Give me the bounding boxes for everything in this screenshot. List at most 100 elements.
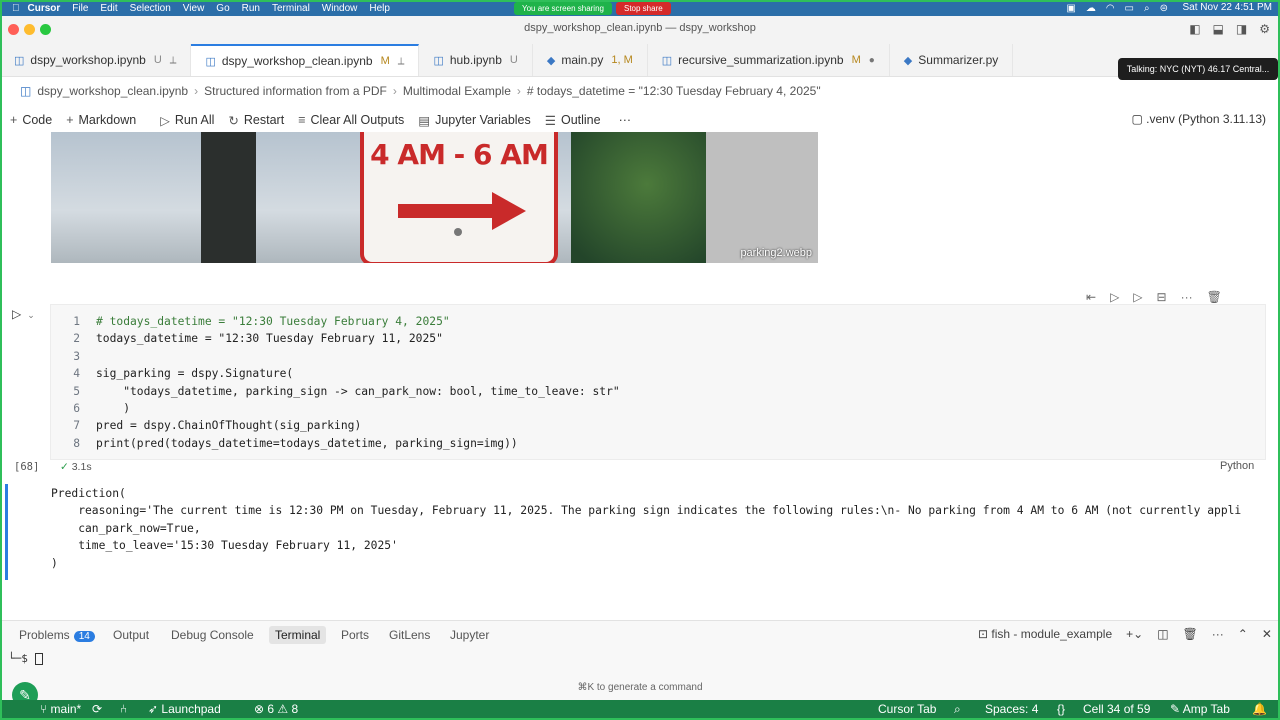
menu-view[interactable]: View xyxy=(183,3,205,14)
split-cell-icon[interactable]: ⊟ xyxy=(1157,290,1167,304)
tab-terminal[interactable]: Terminal xyxy=(269,626,327,644)
notifications-bell-icon[interactable]: 🔔 xyxy=(1252,702,1267,716)
breadcrumb-item[interactable]: Multimodal Example xyxy=(403,84,511,98)
settings-gear-icon[interactable]: ⚙ xyxy=(1259,22,1270,36)
clear-icon: ≡ xyxy=(298,113,306,127)
code-text[interactable]: print(pred(todays_datetime=todays_dateti… xyxy=(96,435,518,452)
menu-window[interactable]: Window xyxy=(322,3,358,14)
terminal-selector[interactable]: ⊡ fish - module_example xyxy=(978,627,1112,641)
wifi-icon[interactable]: ◠ xyxy=(1106,3,1115,14)
launchpad-button[interactable]: ➶ Launchpad xyxy=(148,702,221,716)
run-all-button[interactable]: ▷ Run All xyxy=(160,113,214,128)
code-text[interactable]: todays_datetime = "12:30 Tuesday Februar… xyxy=(96,330,443,347)
tab-main-py[interactable]: ◆ main.py 1, M xyxy=(533,44,648,76)
stop-share-button[interactable]: Stop share xyxy=(615,1,671,15)
outline-button[interactable]: ☰ Outline xyxy=(545,113,601,128)
screen-sharing-indicator[interactable]: You are screen sharing xyxy=(514,1,612,15)
unsaved-dot-icon[interactable]: ● xyxy=(869,55,875,66)
menu-terminal[interactable]: Terminal xyxy=(272,3,310,14)
toggle-panel-icon[interactable]: ⬓ xyxy=(1213,22,1224,36)
git-branch[interactable]: ⑂ main* xyxy=(40,702,81,716)
menu-edit[interactable]: Edit xyxy=(100,3,117,14)
problems-status[interactable]: ⊗ 6 ⚠ 8 xyxy=(254,702,298,716)
tab-ports[interactable]: Ports xyxy=(341,628,369,642)
new-terminal-icon[interactable]: +⌄ xyxy=(1126,627,1143,641)
source-control-icon[interactable]: ⑃ xyxy=(120,702,127,716)
kernel-label: .venv (Python 3.11.13) xyxy=(1146,112,1266,126)
close-panel-icon[interactable]: ✕ xyxy=(1262,627,1272,641)
tab-recursive-summarization[interactable]: ◫ recursive_summarization.ipynb M ● xyxy=(648,44,890,76)
outline-label: Outline xyxy=(560,113,601,127)
code-text[interactable]: pred = dspy.ChainOfThought(sig_parking) xyxy=(96,417,361,434)
code-text[interactable]: # todays_datetime = "12:30 Tuesday Febru… xyxy=(96,313,450,330)
tab-dspy-workshop[interactable]: ◫ dspy_workshop.ipynb U ⟂ xyxy=(0,44,192,76)
control-center-icon[interactable]: ⊜ xyxy=(1160,3,1168,14)
sync-icon[interactable]: ⟳ xyxy=(92,702,102,716)
toggle-sidebar-icon[interactable]: ◧ xyxy=(1189,22,1200,36)
pin-icon[interactable]: ⟂ xyxy=(170,55,177,66)
code-text[interactable]: ) xyxy=(96,400,130,417)
error-count: 6 xyxy=(267,702,275,716)
execution-time-value: 3.1s xyxy=(71,461,92,473)
menu-help[interactable]: Help xyxy=(369,3,390,14)
kernel-picker[interactable]: ▢ .venv (Python 3.11.13) xyxy=(1131,112,1266,126)
menu-go[interactable]: Go xyxy=(216,3,229,14)
tab-dspy-workshop-clean[interactable]: ◫ dspy_workshop_clean.ipynb M ⟂ xyxy=(191,44,420,76)
search-icon[interactable]: ⌕ xyxy=(1144,3,1150,14)
run-below-icon[interactable]: ▷ xyxy=(1110,290,1119,304)
zoom-search-icon[interactable]: ⌕ xyxy=(954,702,961,717)
restart-button[interactable]: ↻ Restart xyxy=(228,113,284,128)
apple-icon[interactable]:  xyxy=(12,3,20,14)
menu-selection[interactable]: Selection xyxy=(130,3,171,14)
menu-run[interactable]: Run xyxy=(242,3,260,14)
notebook-file-icon: ◫ xyxy=(661,54,673,67)
split-terminal-icon[interactable]: ◫ xyxy=(1157,627,1168,641)
menubar-status-icons: ▣ ☁ ◠ ▭ ⌕ ⊜ xyxy=(1066,0,1168,16)
menu-file[interactable]: File xyxy=(72,3,88,14)
tab-jupyter[interactable]: Jupyter xyxy=(450,628,489,642)
amp-tab-status[interactable]: ✎ Amp Tab xyxy=(1170,702,1230,716)
breadcrumb-item[interactable]: dspy_workshop_clean.ipynb xyxy=(37,84,188,98)
code-text[interactable]: "todays_datetime, parking_sign -> can_pa… xyxy=(96,383,620,400)
clear-outputs-button[interactable]: ≡ Clear All Outputs xyxy=(298,113,404,127)
pin-icon[interactable]: ⟂ xyxy=(398,56,405,67)
cursor-tab-status[interactable]: Cursor Tab xyxy=(878,702,936,716)
breadcrumb-item[interactable]: Structured information from a PDF xyxy=(204,84,387,98)
tab-gitlens[interactable]: GitLens xyxy=(389,628,430,642)
cell-position-status[interactable]: Cell 34 of 59 xyxy=(1083,702,1150,716)
indentation-status[interactable]: Spaces: 4 xyxy=(985,702,1038,716)
run-cell-button[interactable]: ▷ ⌄ xyxy=(12,307,35,321)
run-above-icon[interactable]: ⇤ xyxy=(1086,290,1096,304)
language-braces-status[interactable]: {} xyxy=(1057,702,1065,716)
tab-debug-console[interactable]: Debug Console xyxy=(171,628,254,642)
terminal-prompt[interactable]: └─$ xyxy=(8,652,43,665)
chevron-down-icon[interactable]: ⌄ xyxy=(27,310,35,320)
maximize-panel-icon[interactable]: ⌃ xyxy=(1238,627,1248,641)
tab-problems[interactable]: Problems 14 xyxy=(19,628,95,642)
tab-hub[interactable]: ◫ hub.ipynb U xyxy=(419,44,533,76)
execute-cell-icon[interactable]: ▷ xyxy=(1133,290,1142,304)
line-number: 5 xyxy=(73,384,80,398)
code-text[interactable]: sig_parking = dspy.Signature( xyxy=(96,365,293,382)
tab-summarizer-py[interactable]: ◆ Summarizer.py xyxy=(890,44,1014,76)
zoom-icon[interactable]: ▣ xyxy=(1066,3,1075,14)
parking-sign-image: 4 AM - 6 AM parking2.webp xyxy=(51,132,818,263)
macos-menubar:  Cursor File Edit Selection View Go Run… xyxy=(0,0,1280,16)
menubar-clock[interactable]: Sat Nov 22 4:51 PM xyxy=(1183,0,1273,16)
battery-icon[interactable]: ▭ xyxy=(1125,3,1134,14)
toggle-secondary-sidebar-icon[interactable]: ◨ xyxy=(1236,22,1247,36)
more-actions-button[interactable]: ··· xyxy=(619,113,632,127)
tab-output[interactable]: Output xyxy=(113,628,149,642)
jupyter-variables-button[interactable]: ▤ Jupyter Variables xyxy=(418,113,530,128)
delete-cell-icon[interactable]: 🗑 xyxy=(1207,290,1222,304)
more-icon[interactable]: ··· xyxy=(1212,627,1224,641)
kill-terminal-icon[interactable]: 🗑 xyxy=(1183,627,1198,641)
notebook-file-icon: ◫ xyxy=(205,55,216,68)
cloud-icon[interactable]: ☁ xyxy=(1086,3,1096,14)
add-code-cell-button[interactable]: + Code xyxy=(10,113,52,127)
cell-language[interactable]: Python xyxy=(1220,460,1254,472)
menu-app[interactable]: Cursor xyxy=(28,3,61,14)
more-icon[interactable]: ··· xyxy=(1181,290,1193,304)
add-markdown-cell-button[interactable]: + Markdown xyxy=(66,113,136,127)
breadcrumb-item[interactable]: # todays_datetime = "12:30 Tuesday Febru… xyxy=(527,84,821,98)
